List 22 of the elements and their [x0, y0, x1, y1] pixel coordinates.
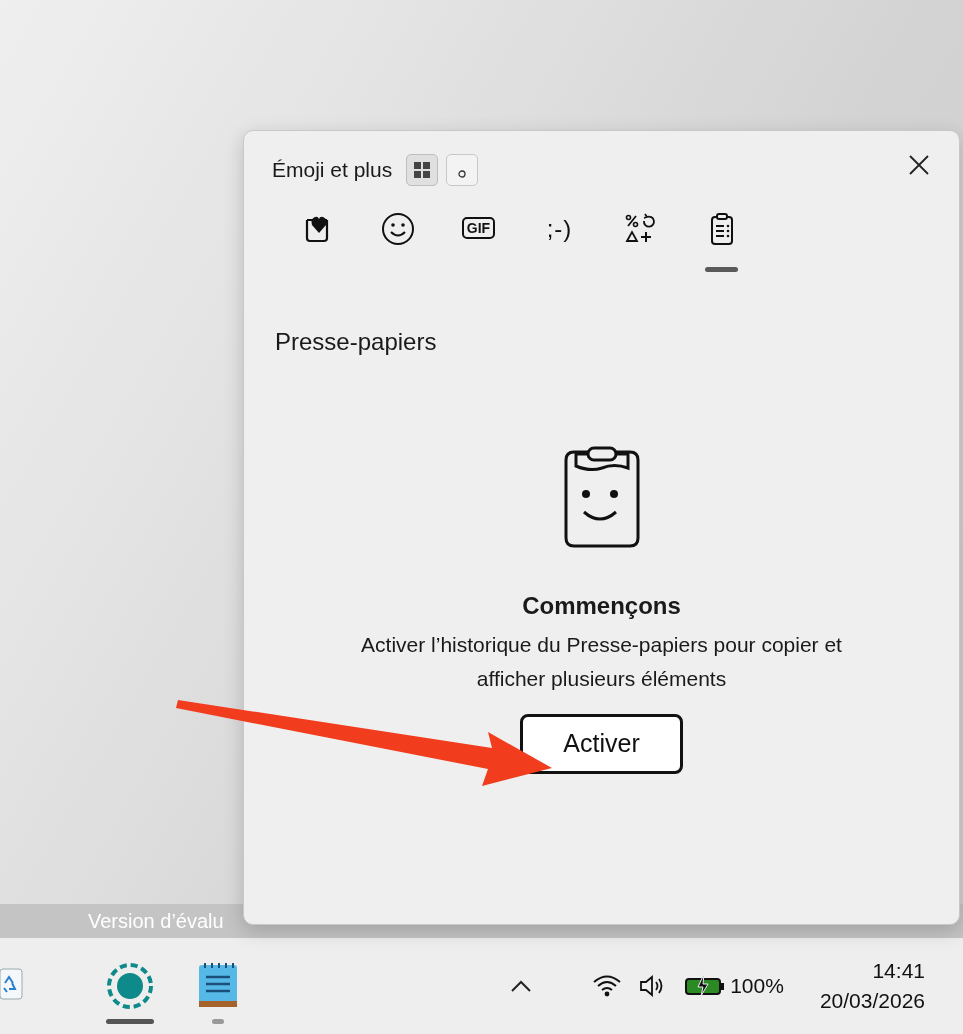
clock-time[interactable]: 14:41 [872, 956, 925, 986]
battery-percentage: 100% [730, 973, 784, 1000]
section-title: Presse-papiers [275, 327, 437, 357]
activate-button[interactable]: Activer [520, 714, 683, 774]
input-mode-button[interactable] [446, 154, 479, 186]
category-tab[interactable]: ;-) [519, 210, 600, 274]
watermark-text: Version d’évalu [88, 909, 224, 934]
running-indicator [212, 1019, 224, 1024]
empty-state-description: Activer l’historique du Presse-papiers pour copier et afficher plusieurs éléments [360, 632, 843, 692]
smiley-icon [379, 211, 416, 247]
battery-icon[interactable] [684, 974, 727, 998]
wifi-icon[interactable] [592, 974, 623, 998]
small-circle-icon [458, 170, 467, 178]
input-mode-button[interactable] [406, 154, 439, 186]
panel-title: Émoji et plus [272, 157, 393, 184]
category-tab[interactable]: GIF [438, 210, 519, 274]
close-icon [908, 154, 930, 176]
empty-state-heading: Commençons [522, 591, 681, 621]
chevron-up-icon[interactable] [510, 979, 533, 993]
dashed-circle-icon [105, 961, 155, 1011]
clock-date[interactable]: 20/03/2026 [819, 986, 925, 1016]
running-indicator [106, 1019, 154, 1024]
